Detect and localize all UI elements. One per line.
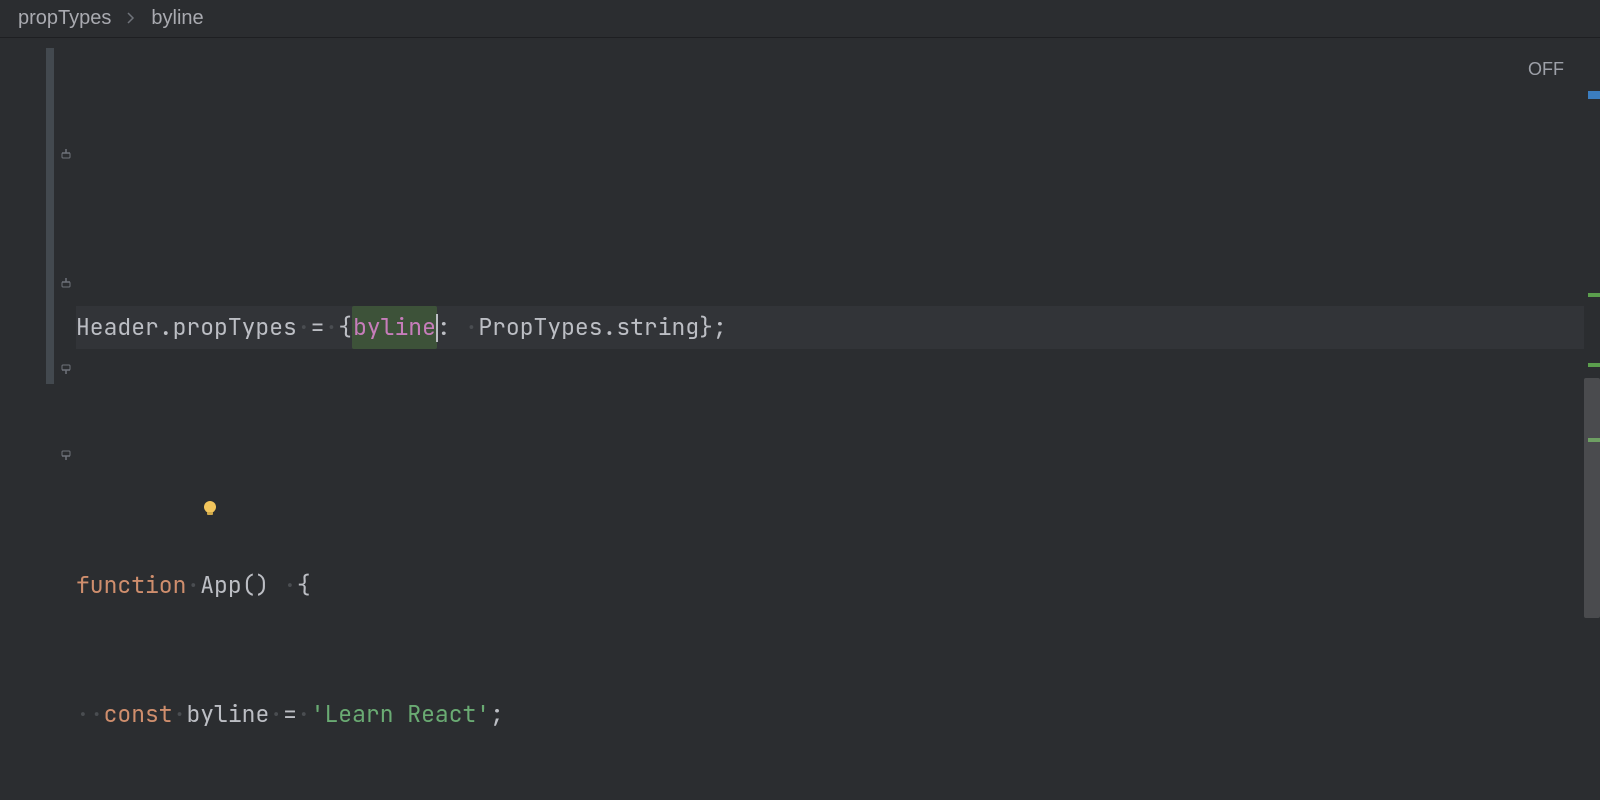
code-line	[76, 177, 1600, 220]
scroll-marker	[1588, 363, 1600, 367]
code-line: ··const·byline·=·'Learn React';	[76, 693, 1600, 736]
scroll-thumb[interactable]	[1584, 378, 1600, 618]
code-area[interactable]: OFF Header.propTypes·=·{byline: ·PropTyp…	[76, 38, 1600, 800]
code-line: Header.propTypes·=·{byline: ·PropTypes.s…	[76, 306, 1600, 349]
scroll-marker	[1588, 293, 1600, 297]
code-line: function·App() ·{	[76, 564, 1600, 607]
breadcrumb-part-byline[interactable]: byline	[151, 7, 203, 30]
breadcrumb-part-proptypes[interactable]: propTypes	[18, 7, 111, 30]
off-toggle[interactable]: OFF	[1528, 48, 1564, 91]
fold-collapse-icon[interactable]	[58, 146, 74, 162]
lightbulb-icon[interactable]	[90, 447, 110, 467]
code-line	[76, 435, 1600, 478]
code-editor[interactable]: OFF Header.propTypes·=·{byline: ·PropTyp…	[0, 38, 1600, 800]
fold-collapse-icon[interactable]	[58, 275, 74, 291]
fold-expand-icon[interactable]	[58, 447, 74, 463]
gutter	[0, 38, 76, 800]
change-marker	[46, 48, 54, 384]
scroll-marker	[1588, 91, 1600, 99]
chevron-right-icon	[127, 11, 135, 27]
breadcrumb[interactable]: propTypes byline	[0, 0, 1600, 38]
fold-expand-icon[interactable]	[58, 361, 74, 377]
scrollbar[interactable]	[1584, 38, 1600, 800]
